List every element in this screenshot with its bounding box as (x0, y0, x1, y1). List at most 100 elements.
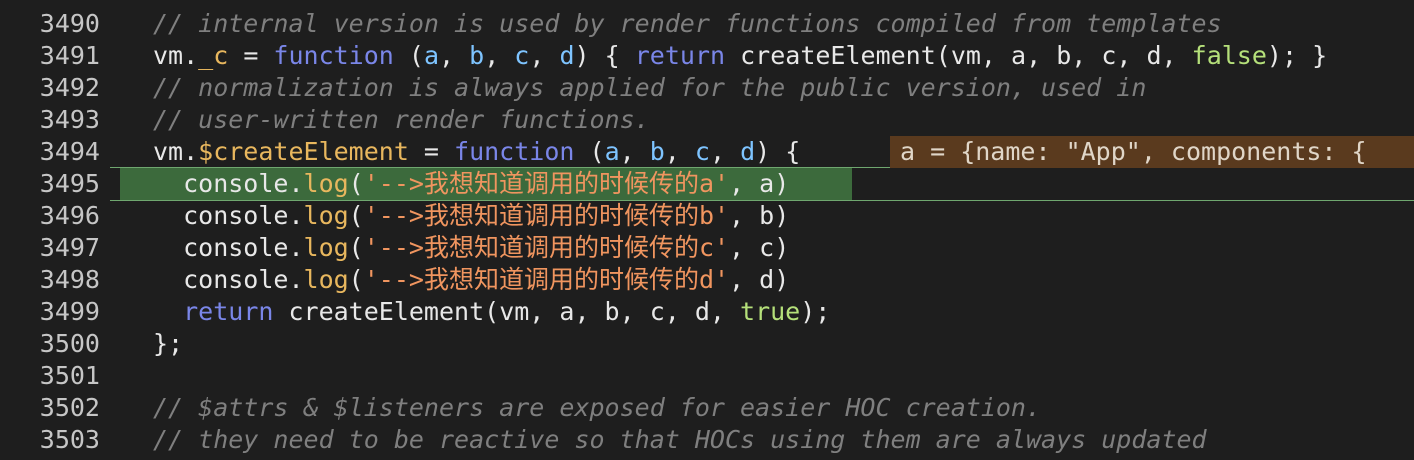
debug-inline-value-hint: a = {name: "App", components: { (890, 136, 1414, 168)
code-token-plain: console. (153, 265, 304, 294)
line-code: // $attrs & $listeners are exposed for e… (153, 392, 1041, 424)
code-token-bool: true (740, 297, 801, 326)
line-code: // user-written render functions. (153, 104, 650, 136)
line-code: // normalization is always applied for t… (153, 72, 1146, 104)
code-token-plain: , (664, 137, 695, 166)
line-code: return createElement(vm, a, b, c, d, tru… (153, 296, 830, 328)
code-token-comment: // user-written render functions. (153, 105, 650, 134)
code-token-keyword: function (273, 41, 394, 70)
line-number[interactable]: 3503 (0, 424, 100, 456)
code-token-plain: ( (393, 41, 424, 70)
code-line[interactable]: 3497 console.log('-->我想知道调用的时候传的c', c) (0, 232, 1414, 264)
code-token-string: '-->我想知道调用的时候传的a' (363, 169, 730, 198)
code-line[interactable]: 3503 // they need to be reactive so that … (0, 424, 1414, 456)
code-token-param: c (694, 137, 710, 166)
code-token-plain: = (408, 137, 455, 166)
code-token-string: '-->我想知道调用的时候传的d' (363, 265, 730, 294)
code-token-keyword: return (183, 297, 274, 326)
code-token-method: $createElement (198, 137, 409, 166)
code-line[interactable]: 3498 console.log('-->我想知道调用的时候传的d', d) (0, 264, 1414, 296)
code-token-keyword: return (634, 41, 726, 70)
code-editor[interactable]: 3490 // internal version is used by rende… (0, 0, 1414, 460)
code-token-plain: , d) (729, 265, 790, 294)
code-line[interactable]: 3490 // internal version is used by rende… (0, 8, 1414, 40)
code-token-plain: , a) (729, 169, 790, 198)
line-number[interactable]: 3493 (0, 104, 100, 136)
code-token-param: b (649, 137, 665, 166)
code-token-string: '-->我想知道调用的时候传的c' (363, 233, 730, 262)
line-number[interactable]: 3494 (0, 136, 100, 168)
code-line[interactable]: 3502 // $attrs & $listeners are exposed f… (0, 392, 1414, 424)
code-line[interactable]: 3491 vm._c = function (a, b, c, d) { retu… (0, 40, 1414, 72)
code-token-param: a (423, 41, 440, 70)
line-number[interactable]: 3500 (0, 328, 100, 360)
code-token-plain: console. (153, 201, 304, 230)
line-number[interactable]: 3495 (0, 168, 100, 200)
line-code: }; (153, 328, 183, 360)
line-code: // they need to be reactive so that HOCs… (153, 424, 1207, 456)
code-line[interactable]: 3499 return createElement(vm, a, b, c, d… (0, 296, 1414, 328)
code-token-method: log (303, 201, 349, 230)
code-token-keyword: function (454, 137, 575, 166)
code-token-plain: , (439, 41, 470, 70)
code-token-plain: ); (800, 297, 831, 326)
code-token-plain: , (529, 41, 560, 70)
code-token-bool: false (1191, 41, 1267, 70)
code-token-comment: // normalization is always applied for t… (153, 73, 1147, 102)
code-token-plain: ( (348, 265, 364, 294)
line-number[interactable]: 3501 (0, 360, 100, 392)
code-line[interactable]: 3496 console.log('-->我想知道调用的时候传的b', b) (0, 200, 1414, 232)
code-token-plain: ( (348, 201, 364, 230)
line-code: vm.$createElement = function (a, b, c, d… (153, 136, 800, 168)
line-code: console.log('-->我想知道调用的时候传的a', a) (153, 168, 789, 200)
code-line[interactable]: 3492 // normalization is always applied f… (0, 72, 1414, 104)
line-code: console.log('-->我想知道调用的时候传的d', d) (153, 264, 789, 296)
code-token-method: log (303, 233, 349, 262)
code-token-plain: console. (153, 169, 304, 198)
line-code: vm._c = function (a, b, c, d) { return c… (153, 40, 1327, 72)
code-token-plain: , c) (729, 233, 790, 262)
code-token-param: c (514, 41, 530, 70)
code-token-param: d (740, 137, 756, 166)
code-token-plain: createElement(vm, a, b, c, d, (273, 297, 741, 326)
code-token-plain: ( (348, 169, 364, 198)
code-token-plain: ) { (574, 41, 635, 70)
code-line[interactable]: 3501 (0, 360, 1414, 392)
code-token-plain: createElement(vm, a, b, c, d, (725, 41, 1192, 70)
line-code: // internal version is used by render fu… (153, 8, 1222, 40)
code-token-plain: vm. (153, 41, 199, 70)
line-number[interactable]: 3499 (0, 296, 100, 328)
code-token-method: log (303, 169, 349, 198)
code-token-plain: ); } (1266, 41, 1328, 70)
line-number[interactable]: 3502 (0, 392, 100, 424)
code-token-plain: , b) (729, 201, 790, 230)
code-token-param: d (559, 41, 575, 70)
code-token-string: '-->我想知道调用的时候传的b' (363, 201, 730, 230)
code-line[interactable]: 3493 // user-written render functions. (0, 104, 1414, 136)
line-code: console.log('-->我想知道调用的时候传的b', b) (153, 200, 789, 232)
code-token-plain: ( (574, 137, 605, 166)
code-token-comment: // internal version is used by render fu… (153, 9, 1222, 38)
line-number[interactable]: 3497 (0, 232, 100, 264)
code-token-plain: }; (153, 329, 184, 358)
code-token-plain: , (484, 41, 515, 70)
code-token-plain: vm. (153, 137, 199, 166)
code-token-method: log (303, 265, 349, 294)
code-token-method: _c (198, 41, 229, 70)
code-token-plain: , (709, 137, 741, 166)
code-token-plain: = (228, 41, 274, 70)
code-token-comment: // $attrs & $listeners are exposed for e… (153, 393, 1042, 422)
line-number[interactable]: 3498 (0, 264, 100, 296)
line-number[interactable]: 3491 (0, 40, 100, 72)
code-line[interactable]: 3500}; (0, 328, 1414, 360)
line-code: console.log('-->我想知道调用的时候传的c', c) (153, 232, 789, 264)
code-token-param: b (469, 41, 485, 70)
code-line[interactable]: 3495 console.log('-->我想知道调用的时候传的a', a) (0, 168, 1414, 200)
code-token-plain: console. (153, 233, 304, 262)
line-number[interactable]: 3492 (0, 72, 100, 104)
line-number[interactable]: 3490 (0, 8, 100, 40)
code-token-plain: ) { (755, 137, 801, 166)
line-number[interactable]: 3496 (0, 200, 100, 232)
code-token-plain: , (619, 137, 650, 166)
